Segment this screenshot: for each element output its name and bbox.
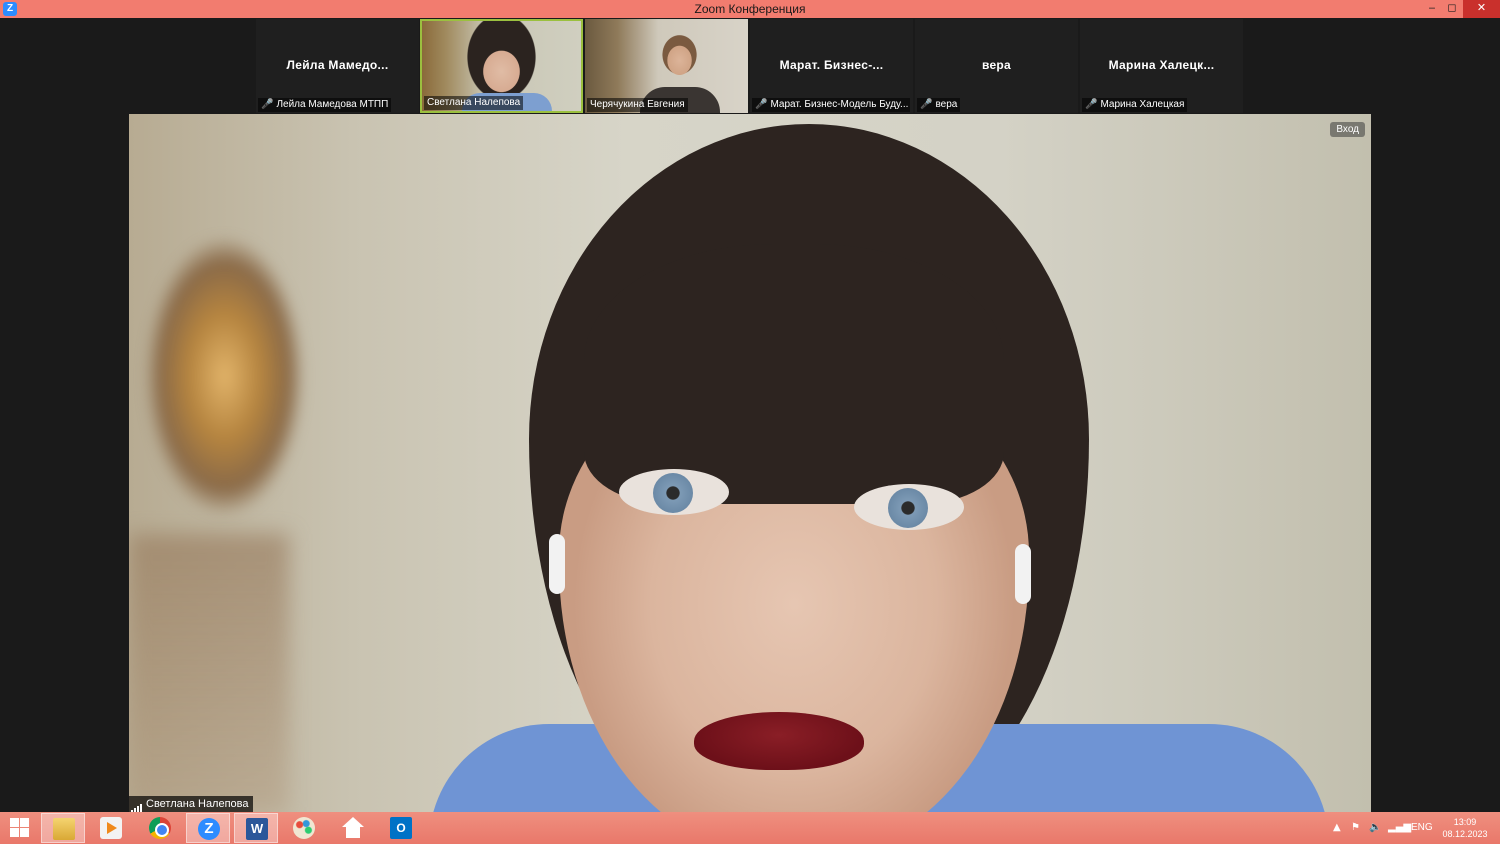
earbud — [1015, 544, 1031, 604]
home-icon — [342, 817, 364, 839]
clock-time: 13:09 — [1453, 817, 1477, 827]
participant-label: 🎤 вера — [917, 98, 961, 112]
earbud — [549, 534, 565, 594]
action-center-flag-icon[interactable]: ⚑ — [1351, 812, 1360, 844]
speaker-name: Светлана Налепова — [146, 798, 249, 810]
participant-tile[interactable]: Марат. Бизнес-... 🎤 Марат. Бизнес-Модель … — [750, 19, 913, 113]
chrome-icon — [149, 817, 171, 839]
enter-button[interactable]: Вход — [1330, 122, 1365, 137]
title-bar: Z Zoom Конференция ‒ ◻ ✕ — [0, 0, 1500, 18]
participant-tile[interactable]: вера 🎤 вера — [915, 19, 1078, 113]
participant-label: 🎤 Лейла Мамедова МТПП — [258, 98, 392, 112]
close-button[interactable]: ✕ — [1463, 0, 1500, 18]
lips — [694, 712, 864, 770]
taskbar: Z W O ▲ ⚑ 🔈 ▂▄▆ ENG 13:09 08.12.2023 — [0, 812, 1500, 844]
maximize-button[interactable]: ◻ — [1438, 0, 1466, 18]
participant-name-large: Марат. Бизнес-... — [779, 58, 884, 72]
media-player-icon — [100, 817, 122, 839]
language-indicator[interactable]: ENG — [1411, 812, 1433, 844]
zoom-icon: Z — [198, 818, 220, 840]
speaker-video[interactable]: Вход Светлана Налепова — [129, 114, 1371, 812]
taskbar-media-player[interactable] — [89, 813, 133, 843]
participant-label: Черячукина Евгения — [587, 98, 688, 112]
mic-muted-icon: 🎤 — [1085, 99, 1098, 110]
participant-label-text: Светлана Налепова — [427, 97, 521, 108]
word-icon: W — [246, 818, 268, 840]
participant-tile[interactable]: Черячукина Евгения — [585, 19, 748, 113]
participant-label-text: Марина Халецкая — [1100, 99, 1185, 110]
participant-tile[interactable]: Лейла Мамедо... 🎤 Лейла Мамедова МТПП — [256, 19, 419, 113]
taskbar-file-explorer[interactable] — [41, 813, 85, 843]
participant-name-large: Лейла Мамедо... — [286, 58, 389, 72]
participant-label: 🎤 Марина Халецкая — [1082, 98, 1188, 112]
taskbar-word[interactable]: W — [234, 813, 278, 843]
network-icon[interactable]: ▂▄▆ — [1388, 812, 1411, 844]
participant-label: 🎤 Марат. Бизнес-Модель Буду... — [752, 98, 910, 112]
clock-date: 08.12.2023 — [1442, 829, 1488, 839]
clock[interactable]: 13:09 08.12.2023 — [1440, 816, 1490, 840]
show-hidden-icons-button[interactable]: ▲ — [1333, 812, 1341, 844]
eye — [619, 469, 729, 515]
window-title: Zoom Конференция — [694, 2, 806, 16]
signal-strength-icon — [131, 797, 143, 812]
mic-muted-icon: 🎤 — [261, 99, 274, 110]
speaker-label: Светлана Налепова — [129, 796, 253, 812]
participant-label-text: вера — [935, 99, 958, 110]
eye — [854, 484, 964, 530]
participant-strip: Лейла Мамедо... 🎤 Лейла Мамедова МТПП Све… — [256, 19, 1244, 113]
mic-muted-icon: 🎤 — [920, 99, 933, 110]
mic-muted-icon: 🎤 — [755, 99, 768, 110]
participant-tile[interactable]: Светлана Налепова — [420, 19, 583, 113]
participant-label-text: Марат. Бизнес-Модель Буду... — [770, 99, 909, 110]
taskbar-zoom[interactable]: Z — [186, 813, 230, 843]
participant-label-text: Черячукина Евгения — [590, 99, 685, 110]
participant-name-large: Марина Халецк... — [1108, 58, 1215, 72]
taskbar-paint[interactable] — [282, 813, 326, 843]
participant-label: Светлана Налепова — [424, 96, 524, 110]
participant-tile[interactable]: Марина Халецк... 🎤 Марина Халецкая — [1080, 19, 1243, 113]
windows-logo-icon — [10, 818, 30, 838]
participant-label-text: Лейла Мамедова МТПП — [276, 99, 389, 110]
outlook-icon: O — [390, 817, 412, 839]
start-button[interactable] — [0, 813, 44, 843]
taskbar-chrome[interactable] — [138, 813, 182, 843]
taskbar-home[interactable] — [331, 813, 375, 843]
paint-icon — [293, 817, 315, 839]
file-explorer-icon — [53, 818, 75, 840]
taskbar-outlook[interactable]: O — [379, 813, 423, 843]
volume-icon[interactable]: 🔈 — [1369, 812, 1381, 844]
participant-name-large: вера — [981, 58, 1012, 72]
